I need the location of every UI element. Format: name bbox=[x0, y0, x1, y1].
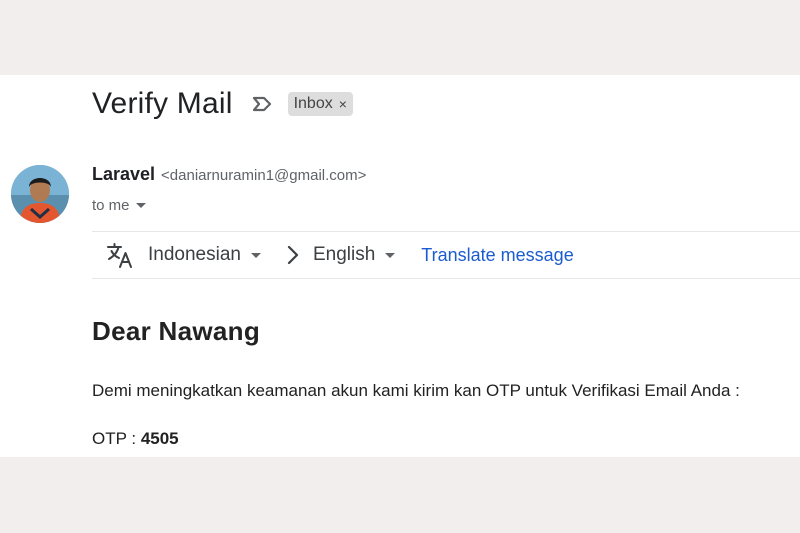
dropdown-caret-icon[interactable] bbox=[135, 202, 146, 208]
sender-name[interactable]: Laravel bbox=[92, 164, 155, 185]
email-subject: Verify Mail bbox=[92, 87, 233, 120]
message-greeting: Dear Nawang bbox=[92, 316, 261, 346]
translate-message-link[interactable]: Translate message bbox=[421, 245, 573, 266]
source-language-select[interactable]: Indonesian bbox=[148, 244, 261, 266]
email-panel: Verify Mail Inbox × Laravel <daniarnuram… bbox=[0, 75, 800, 457]
recipient-text: to me bbox=[92, 196, 130, 214]
translate-bar: Indonesian English Translate message bbox=[92, 232, 800, 278]
message-paragraph: Demi meningkatkan keamanan akun kami kir… bbox=[92, 381, 740, 400]
chevron-right-icon bbox=[287, 245, 299, 265]
subject-row: Verify Mail Inbox × bbox=[92, 84, 353, 124]
otp-label: OTP : bbox=[92, 429, 141, 448]
dropdown-caret-icon bbox=[250, 252, 261, 258]
dropdown-caret-icon bbox=[385, 252, 396, 258]
target-language-label: English bbox=[312, 244, 376, 265]
sender-avatar bbox=[11, 165, 69, 223]
otp-value: 4505 bbox=[140, 429, 179, 448]
remove-label-icon[interactable]: × bbox=[339, 96, 347, 112]
translate-icon bbox=[107, 243, 132, 268]
important-marker-icon[interactable] bbox=[251, 95, 273, 113]
label-text: Inbox bbox=[293, 95, 333, 112]
sender-email[interactable]: <daniarnuramin1@gmail.com> bbox=[161, 167, 366, 184]
source-language-label: Indonesian bbox=[148, 244, 241, 265]
recipient-details-toggle[interactable]: to me bbox=[92, 195, 146, 215]
divider-bottom bbox=[92, 278, 800, 279]
target-language-select[interactable]: English bbox=[312, 244, 396, 266]
sender-row: Laravel <daniarnuramin1@gmail.com> bbox=[92, 164, 366, 186]
otp-line: OTP : 4505 bbox=[92, 429, 179, 449]
inbox-label-chip[interactable]: Inbox × bbox=[287, 92, 353, 116]
